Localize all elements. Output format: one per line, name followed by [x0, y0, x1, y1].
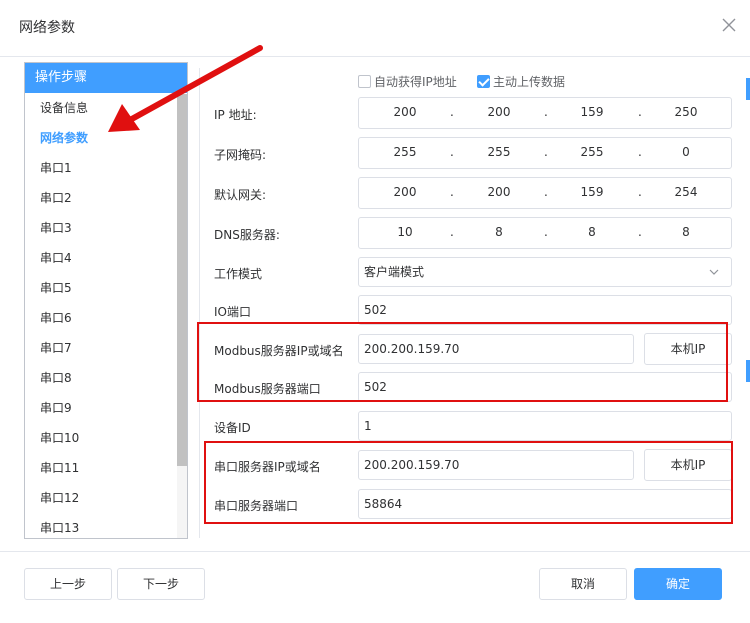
step-serial-8[interactable]: 串口8	[25, 363, 187, 393]
auto-ip-checkbox-box[interactable]	[358, 74, 371, 88]
ip-octet-2[interactable]: 200	[454, 105, 544, 119]
chevron-down-icon[interactable]	[709, 267, 719, 277]
step-serial-5[interactable]: 串口5	[25, 273, 187, 303]
gateway-octet-1[interactable]: 200	[360, 185, 450, 199]
step-serial-6[interactable]: 串口6	[25, 303, 187, 333]
gateway-input[interactable]: 200 . 200 . 159 . 254	[358, 177, 732, 209]
mask-octet-1[interactable]: 255	[360, 145, 450, 159]
confirm-button[interactable]: 确定	[634, 568, 722, 600]
gateway-octet-4[interactable]: 254	[641, 185, 731, 199]
step-serial-7[interactable]: 串口7	[25, 333, 187, 363]
work-mode-select[interactable]: 客户端模式	[358, 257, 732, 287]
dns-octet-4[interactable]: 8	[641, 225, 731, 239]
device-id-label: 设备ID	[214, 421, 251, 435]
edge-marker	[746, 360, 750, 382]
prev-step-button[interactable]: 上一步	[24, 568, 112, 600]
mask-octet-3[interactable]: 255	[547, 145, 637, 159]
dialog-title: 网络参数	[19, 20, 75, 36]
device-id-input[interactable]: 1	[358, 411, 732, 441]
dns-label: DNS服务器:	[214, 228, 280, 242]
step-serial-3[interactable]: 串口3	[25, 213, 187, 243]
upload-data-label: 主动上传数据	[493, 74, 566, 89]
dns-input[interactable]: 10 . 8 . 8 . 8	[358, 217, 732, 249]
gateway-octet-2[interactable]: 200	[454, 185, 544, 199]
edge-marker	[746, 78, 750, 100]
steps-scroll-thumb[interactable]	[177, 94, 187, 466]
mask-octet-2[interactable]: 255	[454, 145, 544, 159]
upload-data-checkbox[interactable]: 主动上传数据	[477, 73, 565, 89]
footer-divider	[0, 551, 750, 552]
mask-octet-4[interactable]: 0	[641, 145, 731, 159]
ip-address-input[interactable]: 200 . 200 . 159 . 250	[358, 97, 732, 129]
step-serial-13[interactable]: 串口13	[25, 513, 187, 538]
ip-octet-3[interactable]: 159	[547, 105, 637, 119]
auto-ip-label: 自动获得IP地址	[374, 74, 457, 89]
annotation-box-modbus	[197, 322, 728, 402]
gateway-octet-3[interactable]: 159	[547, 185, 637, 199]
dns-octet-2[interactable]: 8	[454, 225, 544, 239]
ip-octet-4[interactable]: 250	[641, 105, 731, 119]
step-serial-2[interactable]: 串口2	[25, 183, 187, 213]
io-port-input[interactable]: 502	[358, 295, 732, 325]
close-icon[interactable]	[720, 16, 738, 34]
dns-octet-1[interactable]: 10	[360, 225, 450, 239]
step-serial-4[interactable]: 串口4	[25, 243, 187, 273]
network-params-dialog: 网络参数 操作步骤 设备信息 网络参数 串口1 串口2 串口3 串口4 串口5 …	[0, 0, 750, 623]
step-serial-11[interactable]: 串口11	[25, 453, 187, 483]
ip-octet-1[interactable]: 200	[360, 105, 450, 119]
cancel-button[interactable]: 取消	[539, 568, 627, 600]
step-serial-1[interactable]: 串口1	[25, 153, 187, 183]
annotation-box-serial	[204, 441, 733, 524]
gateway-label: 默认网关:	[214, 188, 267, 202]
dns-octet-3[interactable]: 8	[547, 225, 637, 239]
subnet-mask-input[interactable]: 255 . 255 . 255 . 0	[358, 137, 732, 169]
io-port-label: IO端口	[214, 305, 251, 319]
steps-list: 设备信息 网络参数 串口1 串口2 串口3 串口4 串口5 串口6 串口7 串口…	[25, 93, 187, 538]
mode-label: 工作模式	[214, 267, 263, 281]
upload-data-checkbox-box[interactable]	[477, 74, 490, 88]
auto-ip-checkbox[interactable]: 自动获得IP地址	[358, 73, 457, 89]
step-serial-10[interactable]: 串口10	[25, 423, 187, 453]
step-serial-9[interactable]: 串口9	[25, 393, 187, 423]
next-step-button[interactable]: 下一步	[117, 568, 205, 600]
work-mode-value: 客户端模式	[364, 265, 425, 279]
annotation-arrow	[108, 45, 263, 132]
step-serial-12[interactable]: 串口12	[25, 483, 187, 513]
mask-label: 子网掩码:	[214, 148, 267, 162]
